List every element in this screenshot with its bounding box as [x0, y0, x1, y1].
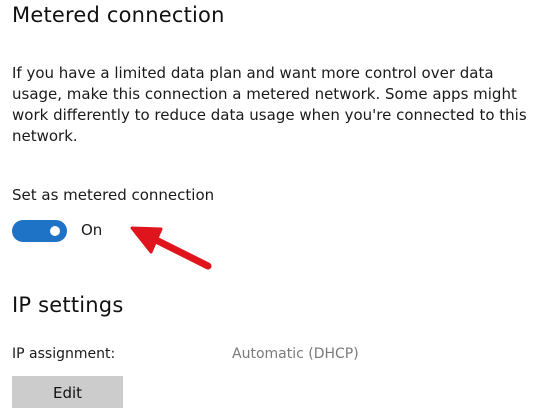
red-arrow-icon	[130, 226, 212, 270]
metered-connection-toggle[interactable]	[12, 220, 67, 242]
toggle-knob	[50, 226, 60, 236]
network-settings-page: Metered connection If you have a limited…	[0, 0, 545, 408]
toggle-state-label: On	[81, 221, 103, 239]
ip-assignment-label: IP assignment:	[12, 346, 116, 362]
edit-ip-button[interactable]: Edit	[12, 376, 123, 408]
set-metered-connection-label: Set as metered connection	[12, 186, 215, 204]
ip-settings-heading: IP settings	[12, 293, 124, 317]
metered-connection-description: If you have a limited data plan and want…	[12, 64, 527, 145]
metered-connection-heading: Metered connection	[12, 3, 225, 27]
ip-assignment-value: Automatic (DHCP)	[232, 346, 359, 362]
